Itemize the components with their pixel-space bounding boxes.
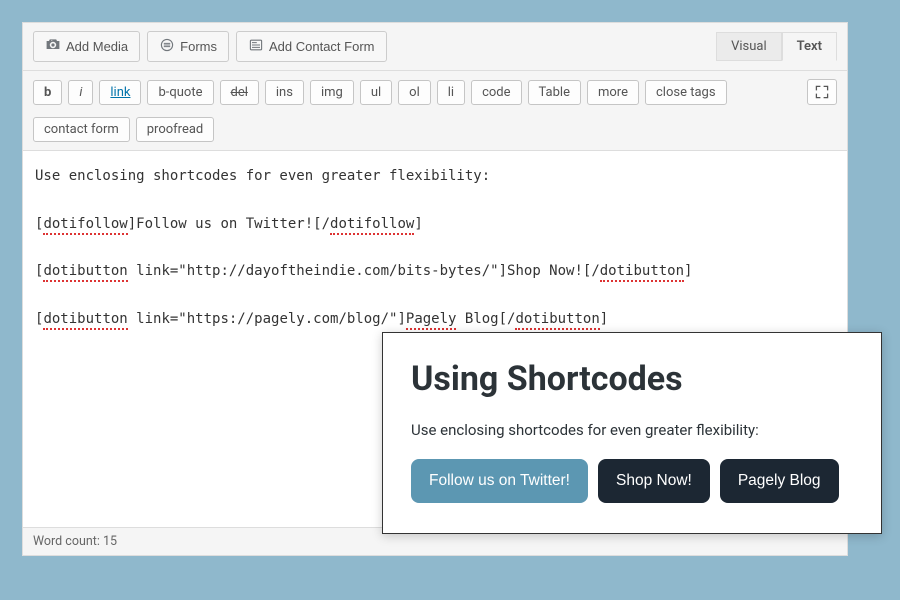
qt-proofread-button[interactable]: proofread	[136, 117, 215, 142]
top-toolbar: Add Media Forms Add Contact Form Visual …	[23, 23, 847, 71]
shortcode-tag: dotifollow	[330, 216, 414, 235]
forms-button[interactable]: Forms	[147, 31, 229, 62]
editor-line-1: Use enclosing shortcodes for even greate…	[35, 168, 490, 184]
add-contact-form-button[interactable]: Add Contact Form	[236, 31, 387, 62]
qt-ol-button[interactable]: ol	[398, 80, 431, 105]
follow-twitter-button[interactable]: Follow us on Twitter!	[411, 459, 588, 503]
add-contact-form-label: Add Contact Form	[269, 39, 375, 54]
qt-italic-button[interactable]: i	[68, 80, 93, 105]
tab-visual[interactable]: Visual	[716, 32, 782, 61]
tab-text[interactable]: Text	[782, 32, 837, 61]
shortcode-tag: dotibutton	[600, 263, 684, 282]
shortcode-tag: dotibutton	[515, 311, 599, 330]
qt-li-button[interactable]: li	[437, 80, 465, 105]
qt-link-button[interactable]: link	[99, 80, 141, 105]
add-media-label: Add Media	[66, 39, 128, 54]
forms-icon	[159, 37, 175, 56]
qt-closetags-button[interactable]: close tags	[645, 80, 727, 105]
qt-bquote-button[interactable]: b-quote	[147, 80, 213, 105]
shortcode-tag: dotibutton	[43, 311, 127, 330]
preview-text: Use enclosing shortcodes for even greate…	[411, 421, 853, 439]
preview-card: Using Shortcodes Use enclosing shortcode…	[382, 332, 882, 534]
qt-del-button[interactable]: del	[220, 80, 259, 105]
pagely-blog-button[interactable]: Pagely Blog	[720, 459, 839, 503]
shop-now-button[interactable]: Shop Now!	[598, 459, 710, 503]
qt-code-button[interactable]: code	[471, 80, 521, 105]
quicktags-toolbar: b i link b-quote del ins img ul ol li co…	[23, 71, 847, 151]
add-media-button[interactable]: Add Media	[33, 31, 140, 62]
qt-ul-button[interactable]: ul	[360, 80, 392, 105]
qt-contactform-button[interactable]: contact form	[33, 117, 130, 142]
contact-form-icon	[248, 37, 264, 56]
fullscreen-icon	[814, 84, 830, 100]
qt-bold-button[interactable]: b	[33, 80, 62, 105]
preview-buttons: Follow us on Twitter! Shop Now! Pagely B…	[411, 459, 853, 503]
shortcode-tag: dotifollow	[43, 216, 127, 235]
camera-icon	[45, 37, 61, 56]
view-tabs: Visual Text	[716, 32, 837, 61]
preview-title: Using Shortcodes	[411, 359, 853, 399]
qt-more-button[interactable]: more	[587, 80, 639, 105]
shortcode-word: Pagely	[406, 311, 457, 330]
fullscreen-button[interactable]	[807, 79, 837, 105]
word-count: Word count: 15	[33, 534, 117, 549]
qt-img-button[interactable]: img	[310, 80, 354, 105]
shortcode-tag: dotibutton	[43, 263, 127, 282]
forms-label: Forms	[180, 39, 217, 54]
qt-ins-button[interactable]: ins	[265, 80, 304, 105]
qt-table-button[interactable]: Table	[528, 80, 581, 105]
